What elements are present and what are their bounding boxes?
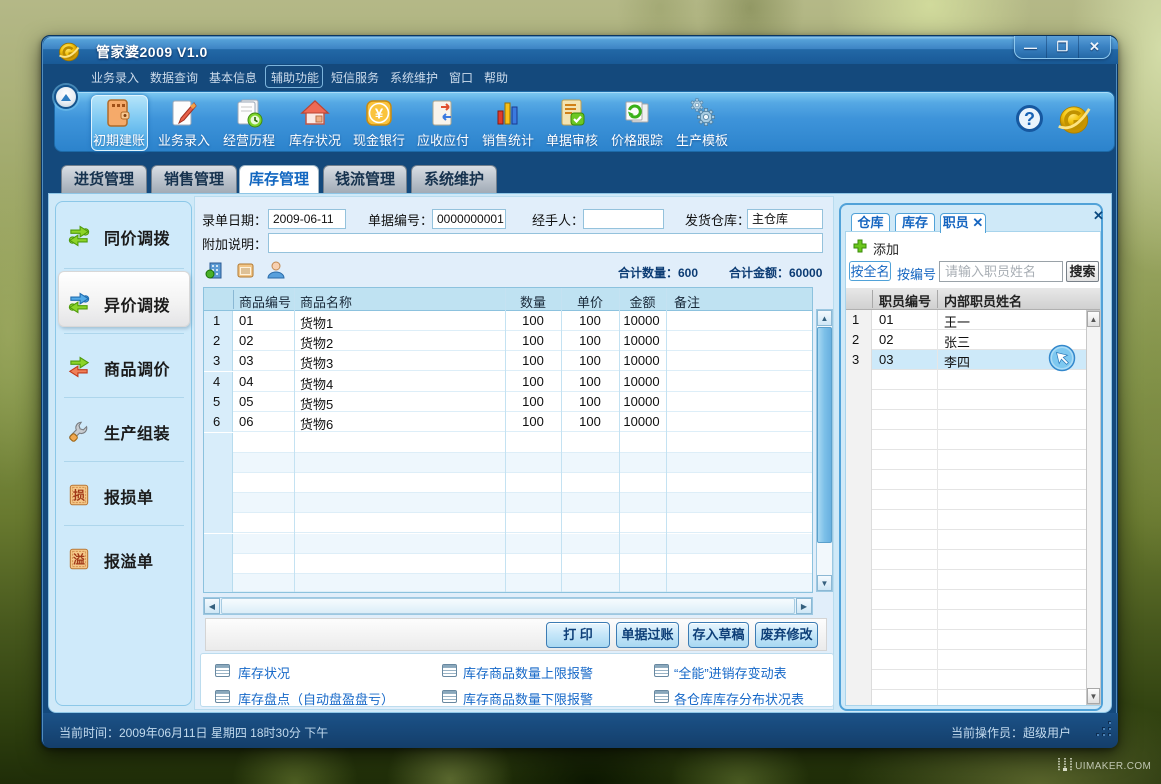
svg-text:溢: 溢	[73, 552, 85, 566]
svg-text:¥: ¥	[375, 106, 384, 123]
svg-text:损: 损	[73, 488, 85, 502]
